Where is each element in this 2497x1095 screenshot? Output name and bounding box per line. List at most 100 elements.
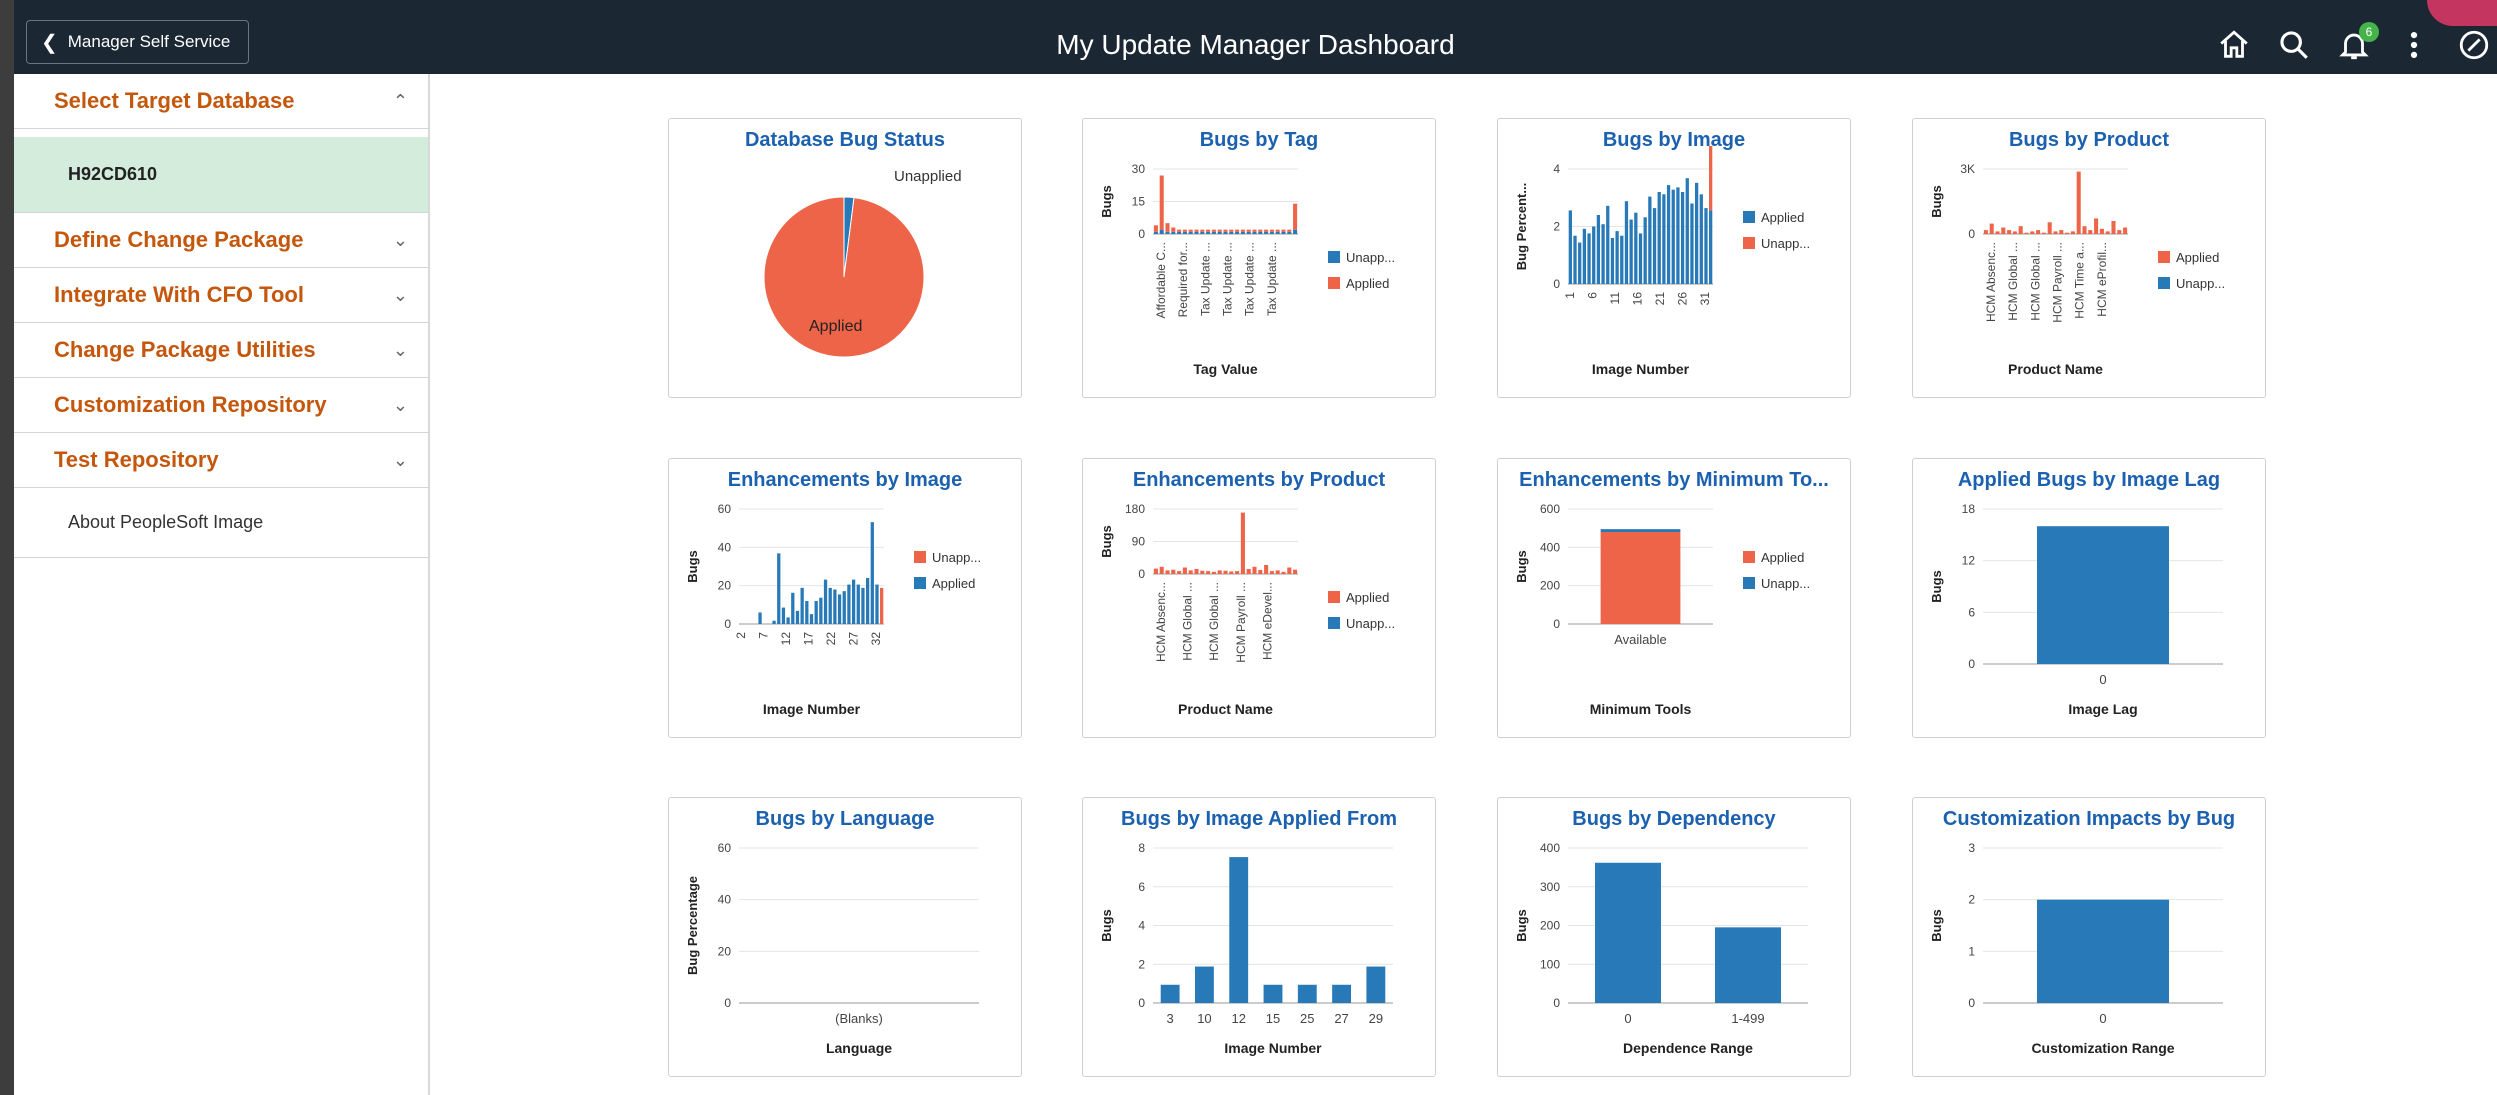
chart-tile[interactable]: Enhancements by Minimum To... 600 400 200 0 B… (1497, 458, 1851, 738)
chevron-down-icon: ⌄ (392, 394, 408, 415)
chart-bar (1634, 212, 1638, 284)
x-tick-label: 17 (802, 632, 816, 646)
chart-bar (1275, 231, 1280, 234)
chart-svg: 180 90 0 Bugs HCM Absenc... HCM Global ... HCM… (1099, 502, 1395, 717)
y-axis-label: Bugs (1099, 185, 1114, 218)
chart-bar (805, 601, 809, 624)
chart-bar (781, 607, 786, 624)
chart-bar (1258, 229, 1263, 232)
navbar-icon[interactable] (2451, 22, 2497, 68)
y-axis-label: Bugs (685, 550, 700, 583)
chart-bar (1615, 231, 1619, 284)
actions-menu-icon[interactable] (2391, 22, 2437, 68)
back-button[interactable]: ❮ Manager Self Service (26, 20, 250, 64)
x-axis-label: Customization Range (2031, 1040, 2174, 1056)
sidebar-item-customization-repository[interactable]: Customization Repository ⌄ (14, 378, 428, 433)
chart-tile[interactable]: Bugs by Product 3K 0 Bugs HCM Absenc... HCM G… (1912, 118, 2266, 398)
chart-bar (1252, 566, 1257, 574)
chart-tile[interactable]: Enhancements by Image 60 40 20 0 Bugs 2 7 12 17 22… (668, 458, 1022, 738)
x-tick-label: 27 (1334, 1011, 1348, 1026)
y-tick-label: 40 (718, 540, 732, 554)
chart-bar (1587, 233, 1591, 284)
chart-tile[interactable]: Customization Impacts by Bug 3 2 1 0 Bugs 0 Cus… (1912, 797, 2266, 1077)
y-tick-label: 180 (1125, 502, 1145, 516)
x-tick-label: 11 (1608, 292, 1622, 305)
x-tick-label: 16 (1631, 292, 1645, 306)
chart-bar (1153, 568, 1158, 574)
sidebar-item-test-repository[interactable]: Test Repository ⌄ (14, 433, 428, 488)
chart-svg: 30 15 0 Bugs Affordable C... Required for... T… (1099, 162, 1395, 377)
sidebar-item-about-peoplesoft-image[interactable]: About PeopleSoft Image (14, 488, 428, 558)
chart-bar (1177, 571, 1182, 574)
y-tick-label: 18 (1962, 502, 1976, 516)
chart-tile[interactable]: Bugs by Image Applied From 8 6 4 2 0 Bugs 3 10 12… (1082, 797, 1436, 1077)
x-tick-label: 1 (1563, 292, 1577, 299)
x-tick-label: 12 (1231, 1011, 1245, 1026)
chart-bar (1229, 231, 1234, 234)
chart-bar (1281, 231, 1286, 234)
y-tick-label: 2 (1138, 957, 1145, 971)
x-tick-label: 21 (1653, 292, 1667, 306)
chart-tile[interactable]: Bugs by Image 4 2 0 Bug Percent... 1 6 11 16 21 26… (1497, 118, 1851, 398)
chart-bar (1160, 984, 1180, 1003)
chart-bar (1223, 229, 1228, 232)
home-icon[interactable] (2211, 22, 2257, 68)
chart-tile[interactable]: Enhancements by Product 180 90 0 Bugs HCM Abs… (1082, 458, 1436, 738)
chart-tile[interactable]: Bugs by Dependency 400 300 200 100 0 Bugs 0 1-49… (1497, 797, 1851, 1077)
chart-bar (2123, 227, 2128, 234)
chart-bar (1699, 194, 1703, 284)
selected-database[interactable]: H92CD610 (14, 137, 428, 213)
chart-tile[interactable]: Database Bug Status Unapplied Applied (668, 118, 1022, 398)
x-tick-label: 7 (757, 632, 771, 639)
legend-swatch (1328, 591, 1340, 603)
y-tick-label: 1 (1968, 944, 1975, 958)
chart-bar (1610, 238, 1615, 284)
chart-bar (2030, 231, 2035, 234)
chart-bar (1229, 571, 1234, 574)
notification-icon[interactable]: 6 (2331, 22, 2379, 68)
chart-bar (819, 597, 823, 624)
chart-bar (1217, 570, 1222, 574)
chart-svg: Unapplied Applied (763, 168, 962, 358)
chart-bar (1662, 194, 1666, 284)
y-axis-label: Bug Percent... (1514, 183, 1529, 270)
chevron-down-icon: ⌄ (392, 339, 408, 360)
x-axis-label: Dependence Range (1623, 1040, 1753, 1056)
chart-tile[interactable]: Bugs by Language 60 40 20 0 Bug Percentage (Bl… (668, 797, 1022, 1077)
banner-icons: 6 (2197, 20, 2497, 70)
x-axis-label: Minimum Tools (1590, 701, 1692, 717)
chart-bar (1206, 229, 1211, 232)
chart-tile[interactable]: Applied Bugs by Image Lag 18 12 6 0 Bugs 0 Imag… (1912, 458, 2266, 738)
chart-bar (1195, 966, 1214, 1003)
legend-label: Unapp... (1761, 236, 1810, 251)
y-tick-label: 200 (1540, 579, 1560, 593)
chart-bar (1694, 182, 1699, 284)
search-icon[interactable] (2271, 22, 2317, 68)
chart-svg: 3K 0 Bugs HCM Absenc... HCM Global ... HCM Gl… (1929, 162, 2225, 377)
chevron-down-icon: ⌄ (392, 229, 408, 250)
chart-bar (809, 614, 814, 624)
sidebar-item-define-change-package[interactable]: Define Change Package ⌄ (14, 213, 428, 268)
chart-bar (2065, 232, 2070, 234)
chart-bar (1165, 231, 1170, 234)
sidebar-item-integrate-cfo-tool[interactable]: Integrate With CFO Tool ⌄ (14, 268, 428, 323)
chart-tile[interactable]: Bugs by Tag 30 15 0 Bugs Affordable C... Requi… (1082, 118, 1436, 398)
chart-bar (1223, 570, 1228, 574)
x-tick-label: Tax Update ... (1265, 242, 1279, 316)
chart-bar (1258, 231, 1263, 234)
sidebar-item-select-target-database[interactable]: Select Target Database ⌃ (14, 74, 428, 129)
legend-label: Applied (2176, 250, 2219, 265)
notification-badge: 6 (2359, 22, 2379, 42)
chart-bar (1287, 567, 1292, 574)
chart-bar (1600, 532, 1681, 624)
y-tick-label: 30 (1132, 162, 1146, 176)
back-button-label: Manager Self Service (67, 32, 231, 51)
sidebar-item-label: Select Target Database (54, 88, 295, 113)
chevron-down-icon: ⌄ (392, 449, 408, 470)
chart-bar (1252, 231, 1257, 234)
chart-bar (1263, 984, 1283, 1003)
sidebar-item-change-package-utilities[interactable]: Change Package Utilities ⌄ (14, 323, 428, 378)
chart-bar (1235, 571, 1240, 574)
legend-swatch (2158, 251, 2170, 263)
y-tick-label: 0 (1553, 617, 1560, 631)
